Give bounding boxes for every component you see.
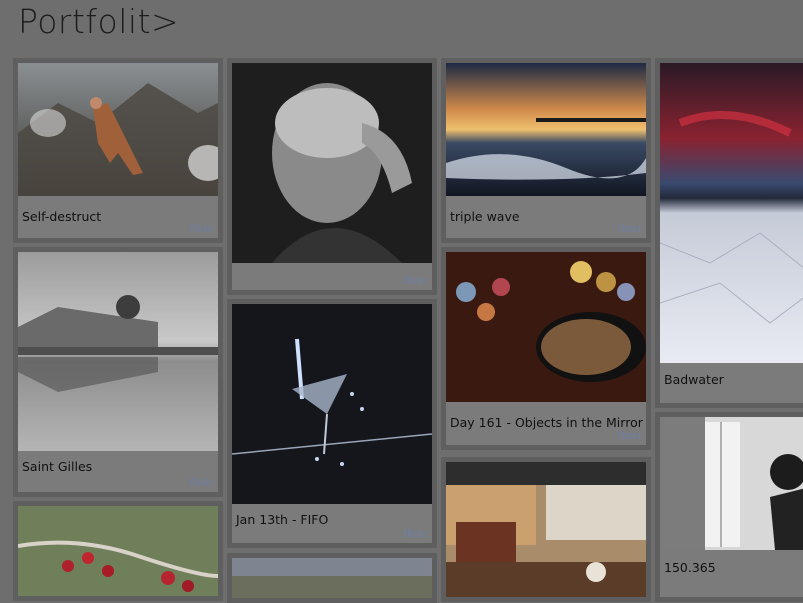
flickr-link[interactable]: flickr xyxy=(190,224,214,235)
flickr-link[interactable]: flickr xyxy=(618,431,642,442)
photo-card-berries[interactable] xyxy=(13,501,223,601)
photo-card-triple-wave[interactable]: triple wave flickr xyxy=(441,58,651,243)
flickr-link[interactable]: flickr xyxy=(404,529,428,540)
photo-caption: Self-destruct xyxy=(22,209,102,224)
photo-objects-mirror[interactable] xyxy=(446,252,646,402)
photo-card-fifo[interactable]: Jan 13th - FIFO flickr xyxy=(227,299,437,548)
photo-cafe[interactable] xyxy=(446,462,646,597)
photo-card-bottom-partial[interactable] xyxy=(227,553,437,603)
photo-saint-gilles[interactable] xyxy=(18,252,218,451)
photo-caption: triple wave xyxy=(450,209,520,224)
photo-card-150-365[interactable]: 150.365 xyxy=(655,412,803,602)
photo-caption: Day 161 - Objects in the Mirror xyxy=(450,415,643,430)
flickr-link[interactable]: flickr xyxy=(190,478,214,489)
photo-card-objects-mirror[interactable]: Day 161 - Objects in the Mirror flickr xyxy=(441,247,651,450)
photo-triple-wave[interactable] xyxy=(446,63,646,196)
photo-caption: Saint Gilles xyxy=(22,459,93,474)
photo-card-badwater[interactable]: Badwater xyxy=(655,58,803,408)
photo-old-man[interactable] xyxy=(232,63,432,263)
page-title: Portfolit> xyxy=(18,2,180,41)
photo-badwater[interactable] xyxy=(660,63,803,363)
photo-card-cafe[interactable] xyxy=(441,457,651,602)
photo-card-self-destruct[interactable]: Self-destruct flickr xyxy=(13,58,223,243)
photo-fifo[interactable] xyxy=(232,304,432,504)
photo-self-destruct[interactable] xyxy=(18,63,218,196)
photo-bottom-partial[interactable] xyxy=(232,558,432,598)
flickr-link[interactable]: flickr xyxy=(618,224,642,235)
flickr-link[interactable]: flickr xyxy=(404,276,428,287)
photo-caption: 150.365 xyxy=(664,560,716,575)
photo-caption: Badwater xyxy=(664,372,724,387)
photo-150-365[interactable] xyxy=(660,417,803,550)
photo-card-saint-gilles[interactable]: Saint Gilles flickr xyxy=(13,247,223,497)
photo-card-old-man[interactable]: flickr xyxy=(227,58,437,295)
photo-caption: Jan 13th - FIFO xyxy=(236,512,329,527)
photo-berries[interactable] xyxy=(18,506,218,596)
